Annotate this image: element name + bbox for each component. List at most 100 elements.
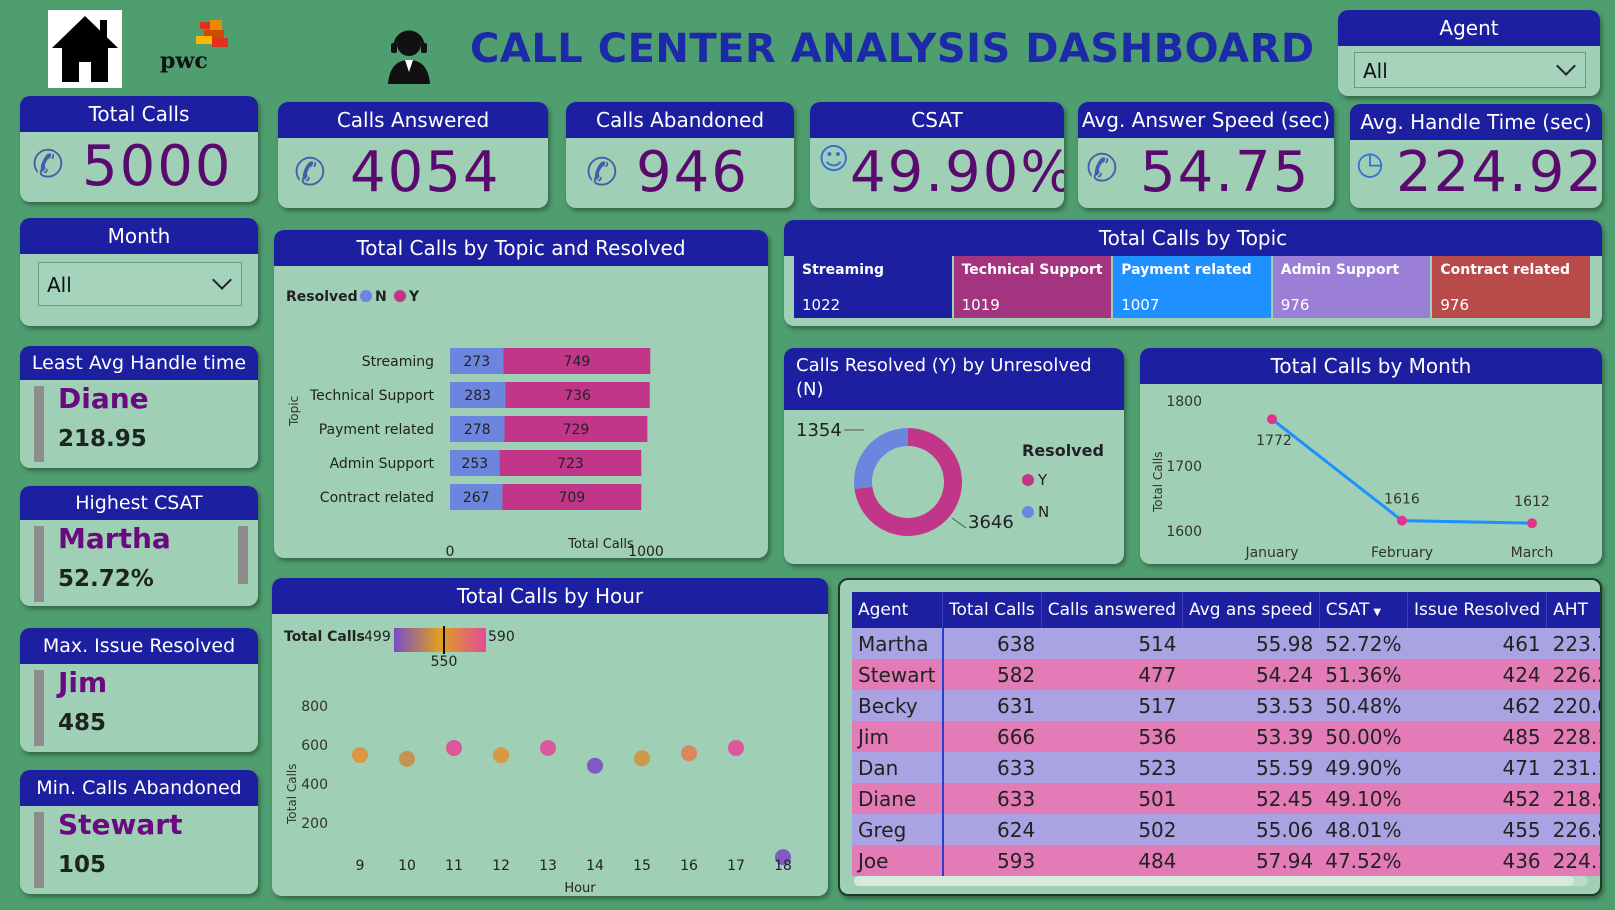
resolved-donut-chart: 1354 3646 Resolved YN — [796, 420, 1104, 536]
month-point — [1267, 414, 1277, 425]
month-x-label: March — [1511, 545, 1554, 561]
y-tick: 1600 — [1166, 524, 1202, 540]
table-cell: 477 — [1041, 659, 1183, 690]
horizontal-scrollbar[interactable] — [854, 876, 1588, 886]
chart-title: Calls Resolved (Y) by Unresolved (N) — [784, 348, 1124, 410]
kpi-value: 946 — [636, 140, 749, 205]
table-cell: 471 — [1407, 752, 1547, 783]
hour-scatter-chart: Total Calls 499 590 550 Total Calls 800 … — [284, 626, 792, 896]
table-row[interactable]: Becky63151753.5350.48%462220.01 — [852, 690, 1600, 721]
column-header[interactable]: Avg ans speed — [1182, 592, 1320, 628]
table-cell: 633 — [942, 783, 1042, 814]
legend-dot-n — [1022, 506, 1034, 518]
y-tick: 200 — [301, 816, 328, 832]
topic-value: 1019 — [961, 296, 1000, 314]
indicator-bar — [34, 386, 44, 462]
column-header[interactable]: Total Calls — [942, 592, 1042, 628]
table-cell: 48.01% — [1319, 814, 1408, 845]
topic-tile[interactable]: Payment related 1007 — [1113, 256, 1271, 318]
legend-dot-n — [360, 290, 372, 302]
table-cell: 462 — [1407, 690, 1547, 721]
kpi-calls-answered: Calls Answered ✆ 4054 — [278, 102, 548, 208]
chevron-down-icon — [212, 270, 232, 290]
hour-x-label: 15 — [633, 858, 651, 874]
table-row[interactable]: Dan63352355.5949.90%471231.19 — [852, 752, 1600, 783]
topic-tile[interactable]: Contract related 976 — [1432, 256, 1590, 318]
table-cell: 514 — [1041, 628, 1183, 659]
card-label: Min. Calls Abandoned — [20, 770, 258, 806]
month-line-chart: Total Calls 1800 1700 1600 1772 January 16… — [1151, 394, 1554, 561]
hour-point — [587, 757, 603, 774]
month-value-label: 1616 — [1384, 492, 1420, 508]
table-cell: 218.95 — [1546, 783, 1600, 814]
topic-label: Payment related — [319, 422, 434, 438]
table-row[interactable]: Joe59348457.9447.52%436224.10 — [852, 845, 1600, 876]
bar-value-label: 709 — [558, 490, 585, 506]
column-header[interactable]: Agent — [852, 592, 944, 628]
agent-table-card: Agent Total Calls Calls answered Avg ans sp… — [838, 578, 1602, 896]
page-title: CALL CENTER ANALYSIS DASHBOARD — [470, 26, 1315, 72]
table-row[interactable]: Diane63350152.4549.10%452218.95 — [852, 783, 1600, 814]
month-dropdown[interactable]: All — [38, 262, 242, 306]
smiley-icon: ☺ — [818, 142, 850, 177]
legend-min: 499 — [364, 629, 391, 645]
hour-x-label: 10 — [398, 858, 416, 874]
card-label: Max. Issue Resolved — [20, 628, 258, 664]
color-scale — [394, 628, 486, 652]
month-chart-card: Total Calls by Month Total Calls 1800 17… — [1140, 348, 1602, 564]
table-cell: 484 — [1041, 845, 1183, 876]
hour-point — [540, 739, 556, 756]
hour-x-label: 18 — [774, 858, 792, 874]
hour-point — [446, 739, 462, 756]
sort-desc-icon[interactable]: ▼ — [1373, 607, 1381, 618]
donut-label-y: 3646 — [968, 512, 1014, 533]
scrollbar[interactable] — [238, 526, 248, 584]
hour-point — [681, 745, 697, 762]
column-header[interactable]: Issue Resolved — [1407, 592, 1548, 628]
home-button[interactable] — [48, 10, 122, 88]
month-point — [1397, 515, 1407, 526]
column-header[interactable]: AHT — [1546, 592, 1600, 628]
table-row[interactable]: Jim66653653.3950.00%485228.11 — [852, 721, 1600, 752]
table-cell: 424 — [1407, 659, 1547, 690]
column-header[interactable]: CSAT ▼ — [1319, 592, 1408, 628]
hour-x-label: 16 — [680, 858, 698, 874]
topic-tile[interactable]: Technical Support 1019 — [953, 256, 1112, 318]
clock-icon: ◷ — [1356, 144, 1384, 182]
bar-value-label: 267 — [463, 490, 490, 506]
topic-value: 976 — [1280, 296, 1310, 314]
bar-value-label: 749 — [564, 354, 591, 370]
bar-value-label: 729 — [563, 422, 590, 438]
column-header[interactable]: Calls answered — [1041, 592, 1184, 628]
table-cell: 224.10 — [1546, 845, 1600, 876]
legend-label: Total Calls — [284, 629, 365, 645]
logo-text: pwc — [160, 48, 208, 74]
chart-title: Total Calls by Month — [1140, 348, 1602, 384]
table-cell: 50.48% — [1319, 690, 1408, 721]
table-cell: Becky — [852, 690, 944, 721]
hour-point — [634, 750, 650, 767]
table-cell: 666 — [942, 721, 1042, 752]
agent-dropdown[interactable]: All — [1354, 52, 1586, 88]
hour-point — [352, 747, 368, 764]
hour-x-label: 13 — [539, 858, 557, 874]
hour-x-label: 14 — [586, 858, 604, 874]
hour-x-label: 17 — [727, 858, 745, 874]
table-row[interactable]: Martha63851455.9852.72%461223.73 — [852, 628, 1600, 659]
topic-value: 976 — [1440, 296, 1470, 314]
agent-headset-icon — [386, 26, 432, 84]
month-value-label: 1612 — [1514, 494, 1550, 510]
topic-tile[interactable]: Admin Support 976 — [1272, 256, 1431, 318]
table-row[interactable]: Stewart58247754.2451.36%424226.21 — [852, 659, 1600, 690]
agent-name: Diane — [58, 382, 149, 415]
table-cell: 502 — [1041, 814, 1183, 845]
topic-resolved-chart-card: Total Calls by Topic and Resolved Resolv… — [274, 230, 768, 558]
table-cell: 631 — [942, 690, 1042, 721]
indicator-bar — [34, 670, 44, 746]
table-row[interactable]: Greg62450255.0648.01%455226.80 — [852, 814, 1600, 845]
topic-name: Contract related — [1440, 262, 1570, 278]
scrollbar-thumb[interactable] — [854, 876, 1574, 886]
table-cell: 52.45 — [1182, 783, 1320, 814]
topic-tile[interactable]: Streaming 1022 — [794, 256, 952, 318]
kpi-value: 4054 — [350, 140, 501, 205]
